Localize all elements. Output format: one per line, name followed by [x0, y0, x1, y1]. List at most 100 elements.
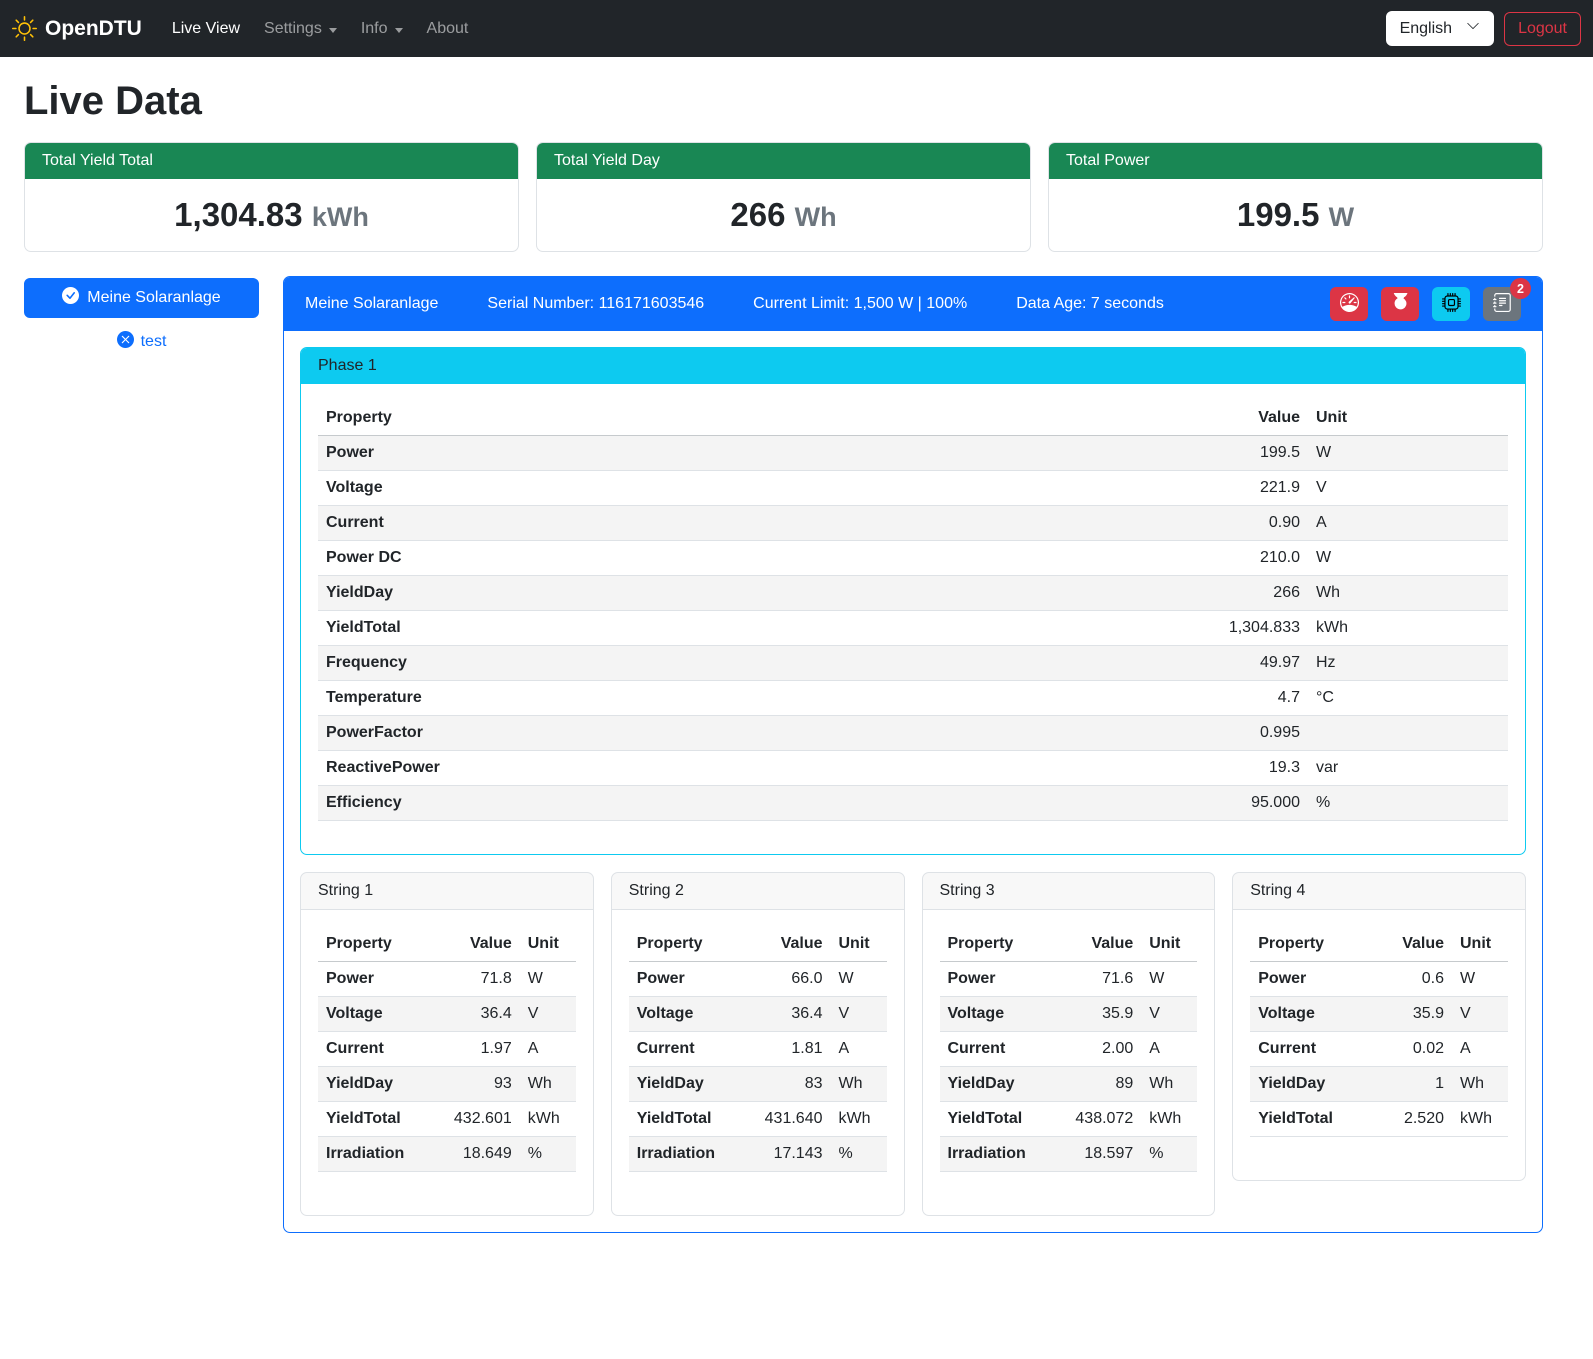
- unit-cell: V: [1452, 997, 1508, 1032]
- nav-links: Live View Settings Info About: [162, 12, 479, 46]
- value-cell: 35.9: [1053, 997, 1142, 1032]
- unit-cell: var: [1308, 751, 1508, 786]
- table-row: ReactivePower19.3var: [318, 751, 1508, 786]
- sun-icon: [12, 16, 37, 41]
- unit-cell: W: [1308, 541, 1508, 576]
- value-cell: 71.8: [431, 962, 520, 997]
- value-cell: 18.649: [431, 1137, 520, 1172]
- value-cell: 93: [431, 1067, 520, 1102]
- table-row: YieldDay89Wh: [940, 1067, 1198, 1102]
- column-header: Property: [940, 927, 1053, 962]
- value-cell: 49.97: [910, 646, 1308, 681]
- table-row: YieldTotal2.520kWh: [1250, 1102, 1508, 1137]
- property-cell: Irradiation: [940, 1137, 1053, 1172]
- nav-item-live-view[interactable]: Live View: [162, 12, 250, 46]
- value-cell: 2.520: [1373, 1102, 1452, 1137]
- table-header-row: PropertyValueUnit: [940, 927, 1198, 962]
- inverter-name: Meine Solaranlage: [305, 295, 438, 313]
- nav-item-label: Info: [361, 20, 388, 38]
- page-container: Live Data Total Yield Total 1,304.83 kWh…: [0, 57, 1593, 1263]
- value-cell: 35.9: [1373, 997, 1452, 1032]
- sidebar-item-label: test: [141, 333, 167, 351]
- unit-cell: V: [831, 997, 887, 1032]
- unit-cell: Wh: [831, 1067, 887, 1102]
- unit-cell: kWh: [520, 1102, 576, 1137]
- property-cell: Current: [318, 1032, 431, 1067]
- device-info-button[interactable]: [1432, 287, 1470, 321]
- value-cell: 0.6: [1373, 962, 1452, 997]
- value-cell: 71.6: [1053, 962, 1142, 997]
- nav-item-label: Settings: [264, 20, 322, 38]
- table-row: Efficiency95.000%: [318, 786, 1508, 821]
- string-1-card: String 1 PropertyValueUnitPower71.8WVolt…: [300, 872, 594, 1216]
- value-cell: 36.4: [742, 997, 831, 1032]
- value-cell: 438.072: [1053, 1102, 1142, 1137]
- phase-data-table: PropertyValueUnitPower199.5WVoltage221.9…: [318, 401, 1508, 821]
- inverter-sidebar: Meine Solaranlage test: [24, 276, 259, 353]
- table-row: Irradiation17.143%: [629, 1137, 887, 1172]
- property-cell: Power DC: [318, 541, 910, 576]
- nav-item-label: Live View: [172, 20, 240, 38]
- value-cell: 431.640: [742, 1102, 831, 1137]
- property-cell: Irradiation: [629, 1137, 742, 1172]
- unit-cell: V: [1141, 997, 1197, 1032]
- table-row: YieldTotal432.601kWh: [318, 1102, 576, 1137]
- property-cell: Voltage: [940, 997, 1053, 1032]
- nav-item-info[interactable]: Info: [351, 12, 413, 46]
- string-4-card: String 4 PropertyValueUnitPower0.6WVolta…: [1232, 872, 1526, 1181]
- string-card-body: PropertyValueUnitPower66.0WVoltage36.4VC…: [612, 910, 904, 1215]
- unit-cell: A: [1308, 506, 1508, 541]
- unit-cell: %: [520, 1137, 576, 1172]
- property-cell: Current: [629, 1032, 742, 1067]
- property-cell: Current: [318, 506, 910, 541]
- caret-down-icon: [395, 28, 403, 33]
- column-header: Property: [318, 927, 431, 962]
- unit-cell: W: [831, 962, 887, 997]
- string-data-table: PropertyValueUnitPower0.6WVoltage35.9VCu…: [1250, 927, 1508, 1137]
- card-value: 266: [730, 196, 785, 233]
- total-yield-total-card: Total Yield Total 1,304.83 kWh: [24, 142, 519, 252]
- column-header: Property: [318, 401, 910, 436]
- unit-cell: Wh: [1452, 1067, 1508, 1102]
- string-data-table: PropertyValueUnitPower71.6WVoltage35.9VC…: [940, 927, 1198, 1172]
- power-settings-button[interactable]: [1381, 287, 1419, 321]
- value-cell: 1.81: [742, 1032, 831, 1067]
- unit-cell: kWh: [1308, 611, 1508, 646]
- string-card-title: String 1: [301, 873, 593, 910]
- event-count-badge: 2: [1510, 278, 1531, 299]
- brand-link[interactable]: OpenDTU: [12, 16, 142, 41]
- table-header-row: PropertyValueUnit: [1250, 927, 1508, 962]
- power-icon: [1391, 293, 1410, 315]
- x-circle-icon: [117, 331, 134, 353]
- value-cell: 1,304.833: [910, 611, 1308, 646]
- nav-item-about[interactable]: About: [417, 12, 479, 46]
- value-cell: 1.97: [431, 1032, 520, 1067]
- card-unit: kWh: [312, 202, 369, 232]
- table-row: YieldDay1Wh: [1250, 1067, 1508, 1102]
- nav-item-label: About: [427, 20, 469, 38]
- property-cell: Voltage: [318, 471, 910, 506]
- unit-cell: V: [1308, 471, 1508, 506]
- event-log-button[interactable]: 2: [1483, 287, 1521, 321]
- card-title: Total Yield Total: [25, 143, 518, 179]
- property-cell: Voltage: [629, 997, 742, 1032]
- value-cell: 95.000: [910, 786, 1308, 821]
- card-value-row: 199.5 W: [1049, 179, 1542, 251]
- inverter-card-body: Phase 1 PropertyValueUnitPower199.5WVolt…: [284, 331, 1542, 1232]
- language-select[interactable]: English: [1386, 11, 1494, 46]
- property-cell: Power: [629, 962, 742, 997]
- property-cell: YieldTotal: [318, 1102, 431, 1137]
- logout-button[interactable]: Logout: [1504, 12, 1581, 46]
- unit-cell: kWh: [1141, 1102, 1197, 1137]
- string-3-card: String 3 PropertyValueUnitPower71.6WVolt…: [922, 872, 1216, 1216]
- nav-item-settings[interactable]: Settings: [254, 12, 347, 46]
- value-cell: 266: [910, 576, 1308, 611]
- sidebar-item-meine-solaranlage[interactable]: Meine Solaranlage: [24, 278, 259, 318]
- limit-settings-button[interactable]: [1330, 287, 1368, 321]
- sidebar-item-test[interactable]: test: [117, 331, 167, 353]
- property-cell: YieldDay: [629, 1067, 742, 1102]
- value-cell: 17.143: [742, 1137, 831, 1172]
- unit-cell: %: [1141, 1137, 1197, 1172]
- total-power-card: Total Power 199.5 W: [1048, 142, 1543, 252]
- unit-cell: Wh: [1141, 1067, 1197, 1102]
